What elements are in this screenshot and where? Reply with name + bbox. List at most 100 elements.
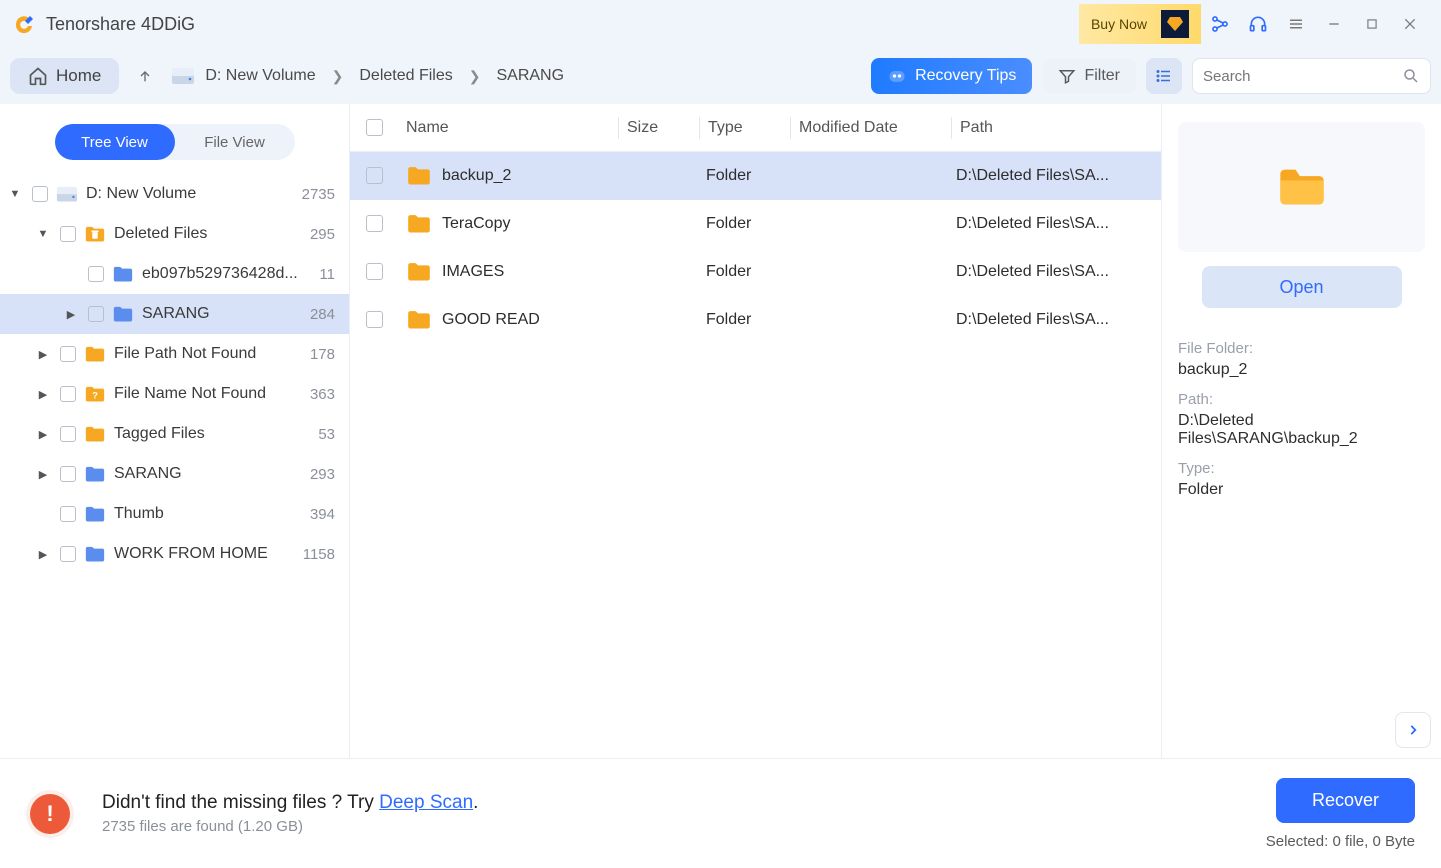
caret-icon[interactable]: ▼ <box>6 188 24 200</box>
file-row[interactable]: IMAGES Folder D:\Deleted Files\SA... <box>350 248 1161 296</box>
alert-badge: ! <box>26 790 74 838</box>
tree-item[interactable]: ▶?File Name Not Found363 <box>0 374 349 414</box>
col-path[interactable]: Path <box>952 119 1161 137</box>
col-size[interactable]: Size <box>619 119 699 137</box>
list-mode-button[interactable] <box>1146 58 1182 94</box>
collapse-details-button[interactable] <box>1395 712 1431 748</box>
file-type: Folder <box>698 263 788 281</box>
home-label: Home <box>56 66 101 86</box>
caret-icon[interactable]: ▶ <box>34 548 52 561</box>
tree-label: eb097b529736428d... <box>142 265 319 283</box>
caret-icon[interactable]: ▶ <box>62 308 80 321</box>
col-modified[interactable]: Modified Date <box>791 119 951 137</box>
title-bar: Tenorshare 4DDiG Buy Now <box>0 0 1441 48</box>
selected-info: Selected: 0 file, 0 Byte <box>1266 833 1415 850</box>
row-checkbox[interactable] <box>366 263 383 280</box>
tree-checkbox[interactable] <box>60 346 76 362</box>
tree-checkbox[interactable] <box>60 426 76 442</box>
file-view-tab[interactable]: File View <box>175 124 295 160</box>
tree-checkbox[interactable] <box>60 386 76 402</box>
tree-count: 394 <box>310 506 335 523</box>
tree-item[interactable]: Thumb394 <box>0 494 349 534</box>
exclamation-icon: ! <box>30 794 70 834</box>
row-checkbox[interactable] <box>366 311 383 328</box>
meta-path-label: Path: <box>1178 391 1425 408</box>
buy-now-label: Buy Now <box>1091 16 1147 32</box>
blue-folder-icon <box>112 305 134 323</box>
home-icon <box>28 66 48 86</box>
tree-item[interactable]: ▶Tagged Files53 <box>0 414 349 454</box>
tree-count: 1158 <box>303 546 335 563</box>
close-icon[interactable] <box>1391 5 1429 43</box>
row-checkbox[interactable] <box>366 167 383 184</box>
caret-icon[interactable]: ▼ <box>34 228 52 240</box>
tree-item[interactable]: ▶WORK FROM HOME1158 <box>0 534 349 574</box>
select-all-checkbox[interactable] <box>366 119 383 136</box>
tree-checkbox[interactable] <box>60 546 76 562</box>
tree-label: Deleted Files <box>114 225 310 243</box>
breadcrumb-1[interactable]: Deleted Files <box>359 67 452 85</box>
maximize-icon[interactable] <box>1353 5 1391 43</box>
home-button[interactable]: Home <box>10 58 119 94</box>
tree-checkbox[interactable] <box>60 466 76 482</box>
open-button[interactable]: Open <box>1202 266 1402 308</box>
deep-scan-link[interactable]: Deep Scan <box>379 792 473 813</box>
tree-label: File Name Not Found <box>114 385 310 403</box>
file-name: TeraCopy <box>442 215 510 233</box>
search-input[interactable] <box>1203 68 1402 85</box>
tree-item[interactable]: ▼Deleted Files295 <box>0 214 349 254</box>
buy-now-button[interactable]: Buy Now <box>1079 4 1201 44</box>
file-list: Name Size Type Modified Date Path backup… <box>350 104 1161 758</box>
filter-button[interactable]: Filter <box>1042 59 1136 93</box>
tree-item[interactable]: ▶File Path Not Found178 <box>0 334 349 374</box>
file-row[interactable]: TeraCopy Folder D:\Deleted Files\SA... <box>350 200 1161 248</box>
tree-label: SARANG <box>142 305 310 323</box>
meta-type-label: Type: <box>1178 460 1425 477</box>
tree-view-tab[interactable]: Tree View <box>55 124 175 160</box>
minimize-icon[interactable] <box>1315 5 1353 43</box>
breadcrumb-0[interactable]: D: New Volume <box>205 67 315 85</box>
tree-item[interactable]: ▼D: New Volume2735 <box>0 174 349 214</box>
tree-checkbox[interactable] <box>32 186 48 202</box>
caret-icon[interactable]: ▶ <box>34 348 52 361</box>
drive-icon <box>56 185 78 203</box>
col-name[interactable]: Name <box>398 119 618 137</box>
tree-checkbox[interactable] <box>60 226 76 242</box>
file-row[interactable]: backup_2FolderD:\Deleted Files\SA... <box>350 152 1161 200</box>
tree-checkbox[interactable] <box>88 306 104 322</box>
tree-item[interactable]: ▶SARANG293 <box>0 454 349 494</box>
meta-folder-label: File Folder: <box>1178 340 1425 357</box>
tree-checkbox[interactable] <box>60 506 76 522</box>
caret-icon[interactable]: ▶ <box>34 468 52 481</box>
file-path: D:\Deleted Files\SA... <box>948 167 1161 185</box>
search-box[interactable] <box>1192 58 1431 94</box>
tree-item[interactable]: ▶SARANG284 <box>0 294 349 334</box>
col-type[interactable]: Type <box>700 119 790 137</box>
file-path: D:\Deleted Files\SA... <box>948 215 1161 233</box>
up-button[interactable] <box>129 60 161 92</box>
menu-icon[interactable] <box>1277 5 1315 43</box>
recovery-tips-button[interactable]: Recovery Tips <box>871 58 1032 94</box>
row-checkbox[interactable] <box>366 215 383 232</box>
file-row[interactable]: GOOD READFolderD:\Deleted Files\SA... <box>350 296 1161 344</box>
file-name: GOOD READ <box>442 311 540 329</box>
folder-icon <box>406 165 432 187</box>
breadcrumb-2[interactable]: SARANG <box>496 67 564 85</box>
blue-folder-icon <box>84 465 106 483</box>
tree-checkbox[interactable] <box>88 266 104 282</box>
blue-folder-icon <box>84 505 106 523</box>
caret-icon[interactable]: ▶ <box>34 428 52 441</box>
file-name: IMAGES <box>442 263 504 281</box>
headset-icon[interactable] <box>1239 5 1277 43</box>
recover-button[interactable]: Recover <box>1276 778 1415 823</box>
chevron-right-icon <box>1406 723 1420 737</box>
footer: ! Didn't find the missing files ? Try De… <box>0 758 1441 868</box>
file-type: Folder <box>698 167 788 185</box>
search-icon <box>1402 67 1420 85</box>
share-icon[interactable] <box>1201 5 1239 43</box>
tree-item[interactable]: eb097b529736428d...11 <box>0 254 349 294</box>
list-icon <box>1155 67 1173 85</box>
file-path: D:\Deleted Files\SA... <box>948 263 1161 281</box>
caret-icon[interactable]: ▶ <box>34 388 52 401</box>
file-type: Folder <box>698 215 788 233</box>
